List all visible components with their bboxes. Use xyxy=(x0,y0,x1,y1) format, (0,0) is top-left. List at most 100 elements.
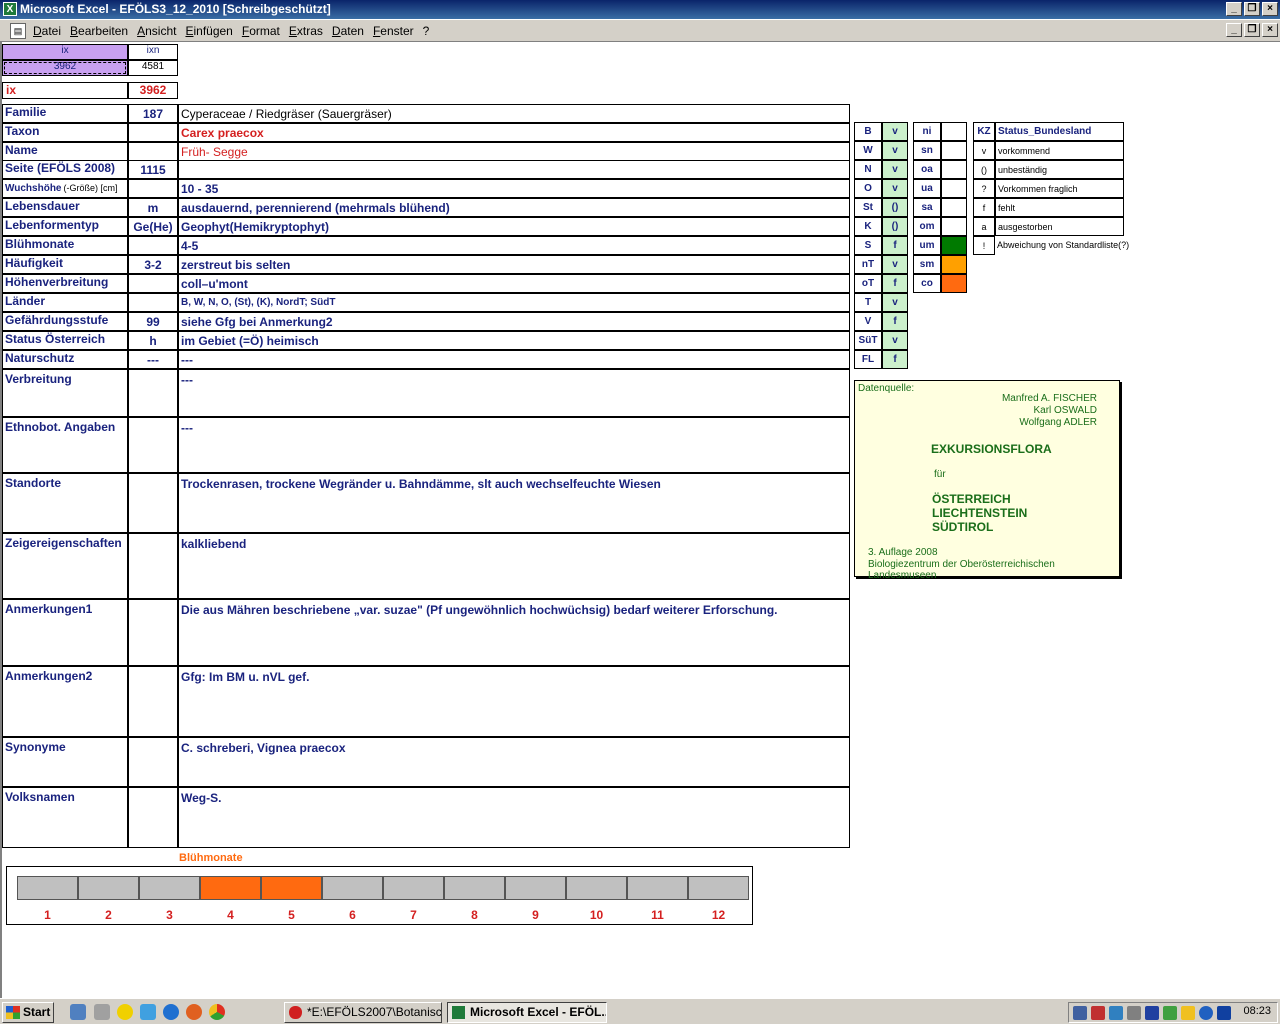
hoehe-fill[interactable] xyxy=(941,179,967,198)
task-excel[interactable]: Microsoft Excel - EFÖL... xyxy=(447,1002,607,1023)
worksheet[interactable]: ix ixn 3962 4581 ix 3962 Familie 187 Cyper… xyxy=(0,42,1280,998)
tallrow-code[interactable] xyxy=(128,787,178,848)
tallrow-value[interactable]: C. schreberi, Vignea praecox xyxy=(178,737,850,787)
tray-tool-icon[interactable] xyxy=(1127,1006,1141,1020)
row-code[interactable]: m xyxy=(128,198,178,217)
tallrow-value[interactable]: kalkliebend xyxy=(178,533,850,599)
tallrow-code[interactable] xyxy=(128,473,178,533)
row-value[interactable]: coll–u'mont xyxy=(178,274,850,293)
tallrow-value[interactable]: Trockenrasen, trockene Wegränder u. Bahn… xyxy=(178,473,850,533)
tallrow-code[interactable] xyxy=(128,737,178,787)
tray-update-icon[interactable] xyxy=(1163,1006,1177,1020)
quicklaunch-explorer-icon[interactable] xyxy=(140,1004,156,1020)
land-status[interactable]: f xyxy=(882,312,908,331)
tray-network-icon[interactable] xyxy=(1073,1006,1087,1020)
land-status[interactable]: f xyxy=(882,274,908,293)
hoehe-fill[interactable] xyxy=(941,236,967,255)
doc-close-button[interactable]: × xyxy=(1262,23,1278,37)
row-code[interactable] xyxy=(128,293,178,312)
quicklaunch-ie-icon[interactable] xyxy=(70,1004,86,1020)
doc-minimize-button[interactable]: _ xyxy=(1226,23,1242,37)
row-value[interactable] xyxy=(178,160,850,179)
row-value[interactable]: im Gebiet (=Ö) heimisch xyxy=(178,331,850,350)
close-button[interactable]: × xyxy=(1262,2,1278,16)
doc-restore-button[interactable]: ❐ xyxy=(1244,23,1260,37)
tallrow-value[interactable]: Weg-S. xyxy=(178,787,850,848)
hoehe-fill[interactable] xyxy=(941,198,967,217)
row-value[interactable]: zerstreut bis selten xyxy=(178,255,850,274)
quicklaunch-browser-icon[interactable] xyxy=(163,1004,179,1020)
row-value[interactable]: Geophyt(Hemikryptophyt) xyxy=(178,217,850,236)
row-value[interactable]: --- xyxy=(178,350,850,369)
row-code[interactable]: --- xyxy=(128,350,178,369)
tallrow-value[interactable]: --- xyxy=(178,369,850,417)
tallrow-code[interactable] xyxy=(128,369,178,417)
menu-3[interactable]: Einfügen xyxy=(185,20,232,42)
minimize-button[interactable]: _ xyxy=(1226,2,1242,16)
workbook-icon[interactable]: ▤ xyxy=(10,23,26,39)
land-status[interactable]: v xyxy=(882,141,908,160)
land-status[interactable]: () xyxy=(882,198,908,217)
tallrow-code[interactable] xyxy=(128,533,178,599)
menu-1[interactable]: Bearbeiten xyxy=(70,20,128,42)
land-status[interactable]: v xyxy=(882,122,908,141)
tallrow-code[interactable] xyxy=(128,417,178,473)
hoehe-fill[interactable] xyxy=(941,255,967,274)
row-value[interactable]: Früh- Segge xyxy=(178,142,850,161)
row-value[interactable]: 10 - 35 xyxy=(178,179,850,198)
row-value[interactable]: siehe Gfg bei Anmerkung2 xyxy=(178,312,850,331)
menu-4[interactable]: Format xyxy=(242,20,280,42)
row-code[interactable]: 99 xyxy=(128,312,178,331)
menu-2[interactable]: Ansicht xyxy=(137,20,176,42)
row-value[interactable]: Cyperaceae / Riedgräser (Sauergräser) xyxy=(178,104,850,123)
row-code[interactable]: Ge(He) xyxy=(128,217,178,236)
restore-button[interactable]: ❐ xyxy=(1244,2,1260,16)
tallrow-value[interactable]: --- xyxy=(178,417,850,473)
quicklaunch-desktop-icon[interactable] xyxy=(94,1004,110,1020)
land-status[interactable]: v xyxy=(882,331,908,350)
land-status[interactable]: f xyxy=(882,236,908,255)
task-botanisc[interactable]: *E:\EFÖLS2007\Botanisc... xyxy=(284,1002,442,1023)
tray-app-icon[interactable] xyxy=(1217,1006,1231,1020)
tray-shield-icon[interactable] xyxy=(1145,1006,1159,1020)
ix-value-cell[interactable]: 3962 xyxy=(2,60,128,76)
tray-info-icon[interactable] xyxy=(1199,1006,1213,1020)
menu-8[interactable]: ? xyxy=(423,20,430,42)
row-code[interactable] xyxy=(128,142,178,161)
quicklaunch-media-icon[interactable] xyxy=(117,1004,133,1020)
tallrow-value[interactable]: Die aus Mähren beschriebene „var. suzae"… xyxy=(178,599,850,666)
row-value[interactable]: 4-5 xyxy=(178,236,850,255)
land-status[interactable]: v xyxy=(882,255,908,274)
row-value[interactable]: B, W, N, O, (St), (K), NordT; SüdT xyxy=(178,293,850,312)
row-code[interactable] xyxy=(128,179,178,198)
quicklaunch-firefox-icon[interactable] xyxy=(186,1004,202,1020)
tray-alert-icon[interactable] xyxy=(1181,1006,1195,1020)
tray-volume-icon[interactable] xyxy=(1091,1006,1105,1020)
land-status[interactable]: v xyxy=(882,179,908,198)
menu-5[interactable]: Extras xyxy=(289,20,323,42)
land-status[interactable]: () xyxy=(882,217,908,236)
menu-7[interactable]: Fenster xyxy=(373,20,414,42)
menu-6[interactable]: Daten xyxy=(332,20,364,42)
hoehe-fill[interactable] xyxy=(941,274,967,293)
row-code[interactable]: 1115 xyxy=(128,160,178,179)
tallrow-code[interactable] xyxy=(128,666,178,737)
tallrow-value[interactable]: Gfg: Im BM u. nVL gef. xyxy=(178,666,850,737)
tray-search-icon[interactable] xyxy=(1109,1006,1123,1020)
land-status[interactable]: v xyxy=(882,160,908,179)
quicklaunch-chrome-icon[interactable] xyxy=(209,1004,225,1020)
land-status[interactable]: v xyxy=(882,293,908,312)
hoehe-fill[interactable] xyxy=(941,141,967,160)
hoehe-fill[interactable] xyxy=(941,217,967,236)
menu-0[interactable]: Datei xyxy=(33,20,61,42)
row-code[interactable]: h xyxy=(128,331,178,350)
hoehe-fill[interactable] xyxy=(941,122,967,141)
ix-large-value[interactable]: 3962 xyxy=(128,82,178,99)
land-status[interactable]: f xyxy=(882,350,908,369)
start-button[interactable]: Start xyxy=(2,1002,54,1023)
row-code[interactable]: 3-2 xyxy=(128,255,178,274)
row-code[interactable]: 187 xyxy=(128,104,178,123)
ixn-value-cell[interactable]: 4581 xyxy=(128,60,178,76)
hoehe-fill[interactable] xyxy=(941,160,967,179)
row-value[interactable]: Carex praecox xyxy=(178,123,850,142)
